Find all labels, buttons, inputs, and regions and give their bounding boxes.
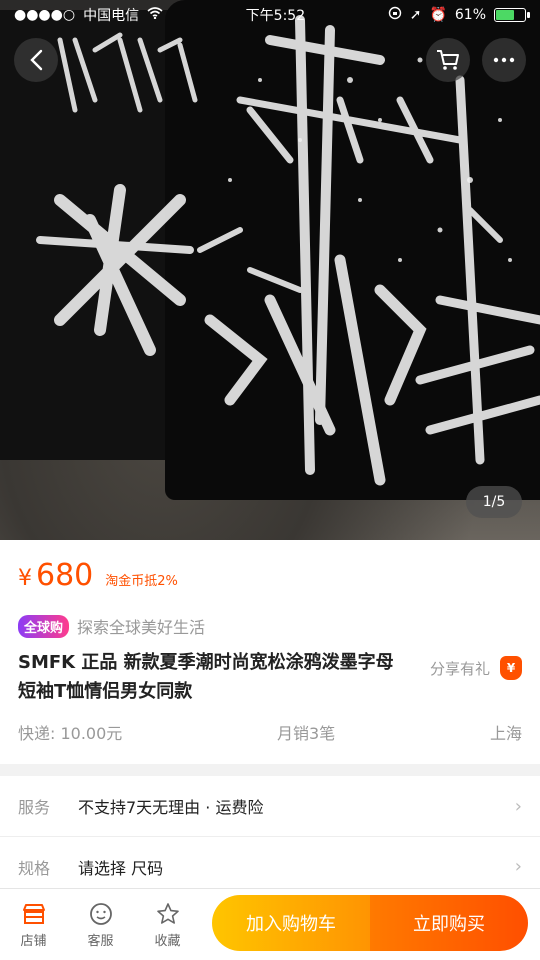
product-title: SMFK 正品 新款夏季潮时尚宽松涂鸦泼墨字母短袖T恤情侣男女同款	[18, 652, 394, 702]
location-icon: ➚	[409, 7, 422, 23]
more-button[interactable]	[482, 38, 526, 82]
global-buy-row: 全球购 探索全球美好生活	[18, 614, 205, 638]
store-icon	[21, 901, 47, 927]
customer-service-label: 客服	[87, 933, 114, 949]
chevron-right-icon: ›	[514, 856, 522, 877]
battery-icon	[494, 8, 530, 22]
customer-service-button[interactable]: 客服	[67, 901, 134, 949]
battery-level-fill	[496, 10, 515, 20]
service-label: 服务	[18, 798, 51, 817]
product-price: 680	[36, 558, 94, 593]
bottom-action-bar: 店铺 客服 收藏 加入购物车 立即购买	[0, 888, 540, 960]
service-value: 不支持7天无理由 · 运费险	[78, 798, 264, 817]
ship-from-location: 上海	[489, 724, 522, 743]
rotation-lock-icon	[388, 6, 402, 24]
status-bar: ●●●●○ 中国电信 下午5:52 ➚ ⏰ 61%	[0, 0, 540, 30]
coin-discount-label: 淘金币抵2%	[105, 574, 178, 589]
more-dots-icon	[493, 57, 515, 63]
gallery-pager: 1/5	[466, 486, 522, 518]
shopping-cart-icon	[437, 50, 459, 70]
battery-percent: 61%	[454, 7, 486, 23]
share-button[interactable]: 分享有礼 ¥	[430, 656, 522, 680]
graffiti-print-artwork	[36, 15, 540, 486]
spec-row[interactable]: 规格 请选择 尺码 ›	[0, 836, 540, 896]
store-button[interactable]: 店铺	[0, 901, 67, 949]
chevron-left-icon	[30, 49, 43, 71]
price-row: ¥ 680 淘金币抵2%	[18, 558, 178, 593]
add-to-cart-button[interactable]: 加入购物车	[212, 895, 370, 951]
product-info-panel: ¥ 680 淘金币抵2% 全球购 探索全球美好生活 SMFK 正品 新款夏季潮时…	[0, 540, 540, 764]
currency-symbol: ¥	[18, 566, 32, 591]
options-list: 服务 不支持7天无理由 · 运费险 › 规格 请选择 尺码 ›	[0, 776, 540, 896]
store-label: 店铺	[20, 933, 47, 949]
money-bag-icon: ¥	[500, 656, 522, 680]
spec-label: 规格	[18, 858, 51, 878]
carrier-name: 中国电信	[83, 8, 140, 24]
global-buy-badge: 全球购	[18, 614, 70, 638]
cart-button[interactable]	[426, 38, 470, 82]
favorite-label: 收藏	[154, 933, 181, 949]
alarm-icon: ⏰	[429, 7, 447, 23]
chevron-right-icon: ›	[514, 795, 522, 817]
clock: 下午5:52	[245, 8, 306, 24]
purchase-buttons: 加入购物车 立即购买	[212, 895, 528, 951]
global-buy-slogan: 探索全球美好生活	[77, 618, 206, 637]
wifi-icon	[147, 7, 163, 23]
shipping-sales-row: 快递: 10.00元 月销3笔 上海	[18, 720, 522, 744]
share-label: 分享有礼	[429, 659, 490, 678]
buy-now-button[interactable]: 立即购买	[370, 895, 528, 951]
star-icon	[155, 901, 181, 927]
service-row[interactable]: 服务 不支持7天无理由 · 运费险 ›	[0, 776, 540, 836]
monthly-sales: 月销3笔	[277, 724, 336, 743]
back-button[interactable]	[14, 38, 58, 82]
shipping-fee: 快递: 10.00元	[18, 724, 123, 743]
customer-service-icon	[88, 901, 114, 927]
favorite-button[interactable]: 收藏	[134, 901, 201, 949]
signal-icon: ●●●●○	[14, 7, 76, 23]
spec-value: 请选择 尺码	[78, 858, 164, 878]
product-image-gallery[interactable]	[0, 0, 540, 540]
